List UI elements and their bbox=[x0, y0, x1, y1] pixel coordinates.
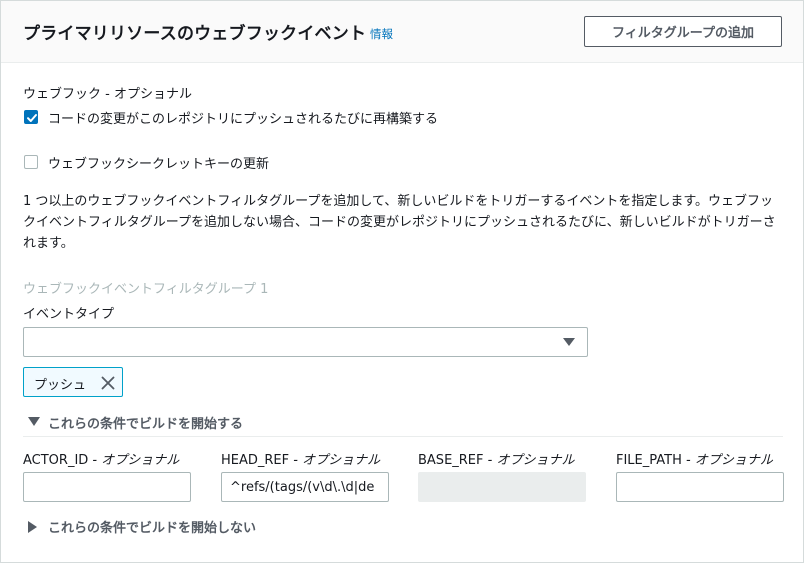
panel-title: プライマリリソースのウェブフックイベント bbox=[23, 24, 367, 44]
close-icon[interactable] bbox=[101, 376, 115, 390]
head-ref-input[interactable] bbox=[221, 472, 389, 502]
actor-id-label: ACTOR_ID - オプショナル bbox=[23, 449, 179, 468]
token-label: プッシュ bbox=[34, 378, 87, 393]
add-filter-group-button[interactable]: フィルタグループの追加 bbox=[584, 16, 782, 47]
optional-label: - オプショナル bbox=[88, 453, 180, 468]
optional-label: - オプショナル bbox=[681, 453, 773, 468]
section-divider bbox=[23, 436, 783, 437]
webhook-label: ウェブフック - オプショナル bbox=[23, 87, 192, 102]
event-token-push: プッシュ bbox=[23, 367, 123, 397]
filter-description: 1 つ以上のウェブフックイベントフィルタグループを追加して、新しいビルドをトリガ… bbox=[23, 194, 776, 251]
field-name: HEAD_REF bbox=[221, 453, 290, 468]
event-type-select[interactable] bbox=[23, 327, 588, 357]
info-link[interactable]: 情報 bbox=[370, 26, 393, 42]
file-path-label: FILE_PATH - オプショナル bbox=[616, 449, 773, 468]
optional-label: - オプショナル bbox=[483, 453, 575, 468]
file-path-input[interactable] bbox=[616, 472, 784, 502]
base-ref-input bbox=[418, 472, 586, 502]
webhook-events-panel: プライマリリソースのウェブフックイベント 情報 フィルタグループの追加 ウェブフ… bbox=[0, 0, 804, 563]
stop-conditions-label: これらの条件でビルドを開始しない bbox=[48, 521, 257, 536]
caret-down-icon bbox=[28, 417, 40, 426]
field-name: ACTOR_ID bbox=[23, 453, 89, 468]
checkmark-icon bbox=[27, 114, 37, 122]
caret-down-icon bbox=[563, 338, 575, 346]
rebuild-on-push-checkbox[interactable] bbox=[24, 110, 38, 124]
base-ref-label: BASE_REF - オプショナル bbox=[418, 449, 574, 468]
field-name: FILE_PATH bbox=[616, 453, 682, 468]
rotate-secret-checkbox[interactable] bbox=[24, 155, 38, 169]
rebuild-on-push-label: コードの変更がこのレポジトリにプッシュされるたびに再構築する bbox=[48, 112, 439, 127]
event-type-label: イベントタイプ bbox=[23, 307, 115, 322]
caret-right-icon bbox=[28, 521, 37, 533]
filter-group-title: ウェブフックイベントフィルタグループ 1 bbox=[23, 282, 269, 297]
head-ref-label: HEAD_REF - オプショナル bbox=[221, 449, 380, 468]
rotate-secret-label: ウェブフックシークレットキーの更新 bbox=[48, 157, 270, 172]
panel-header: プライマリリソースのウェブフックイベント 情報 フィルタグループの追加 bbox=[1, 1, 803, 63]
start-conditions-label: これらの条件でビルドを開始する bbox=[48, 417, 244, 432]
field-name: BASE_REF bbox=[418, 453, 484, 468]
optional-label: - オプショナル bbox=[289, 453, 381, 468]
actor-id-input[interactable] bbox=[23, 472, 191, 502]
